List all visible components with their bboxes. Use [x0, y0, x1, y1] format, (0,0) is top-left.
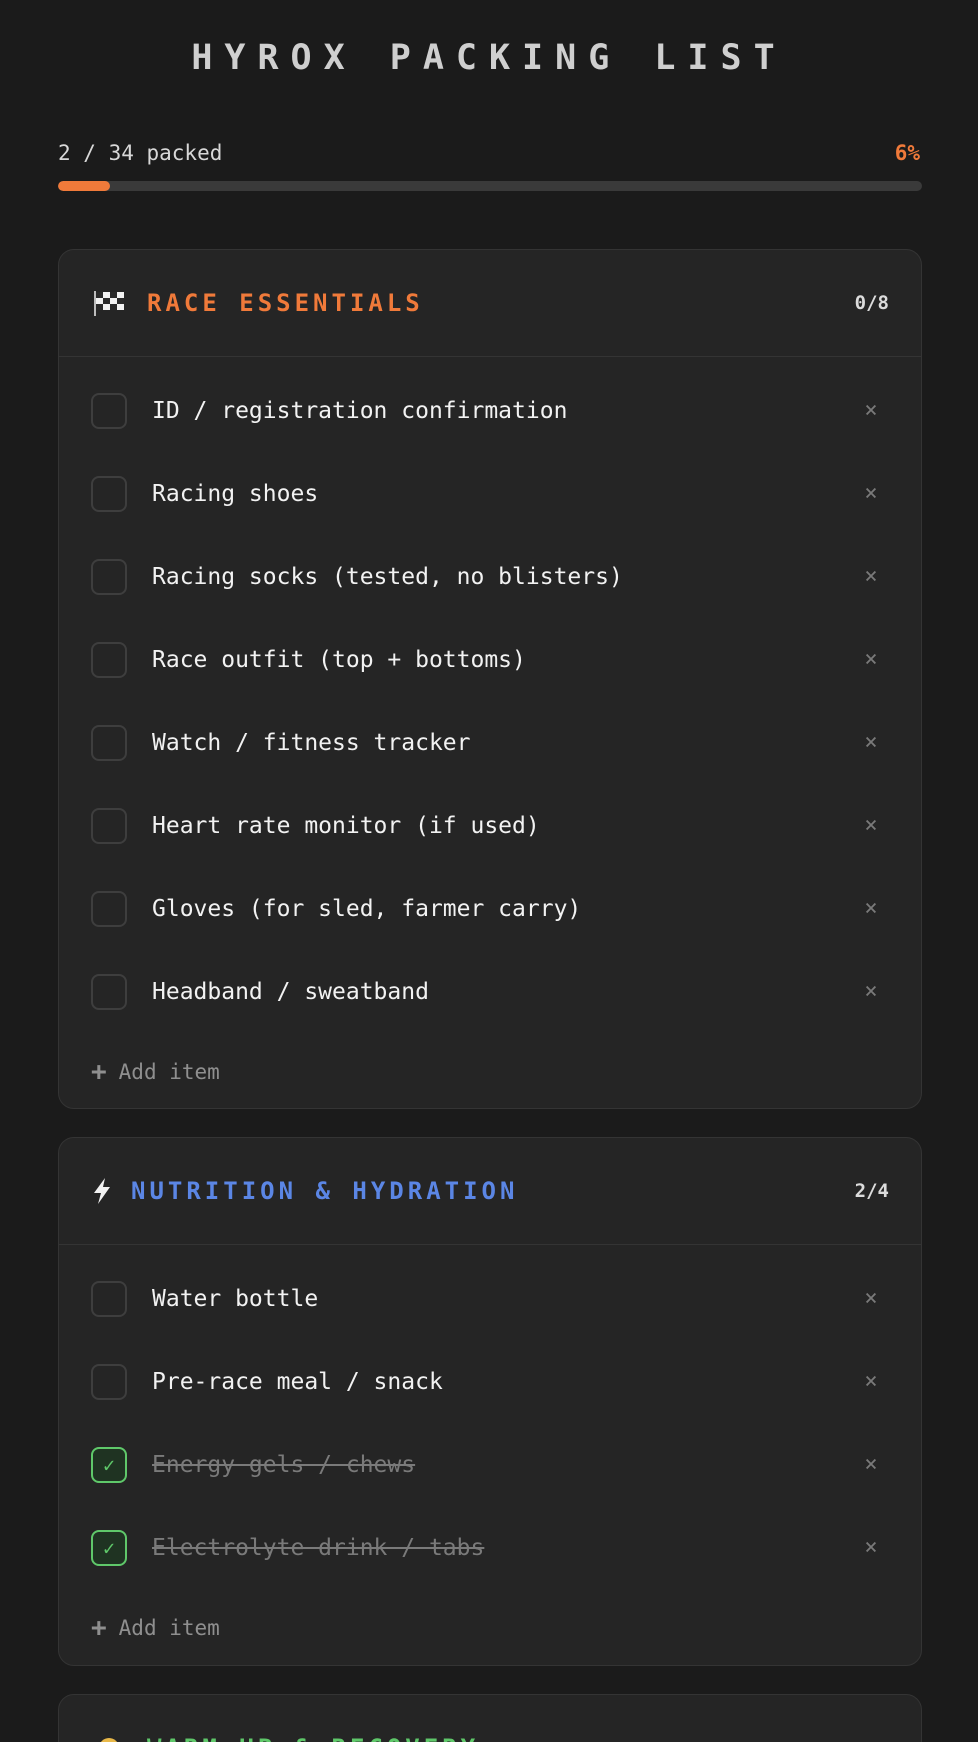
category-title: RACE ESSENTIALS: [147, 289, 424, 317]
list-item: ID / registration confirmation ×: [59, 369, 921, 452]
plus-icon: +: [91, 1057, 107, 1087]
list-item: Water bottle ×: [59, 1257, 921, 1340]
list-item: Pre-race meal / snack ×: [59, 1340, 921, 1423]
item-label: Heart rate monitor (if used): [152, 812, 540, 839]
list-item: Heart rate monitor (if used) ×: [59, 784, 921, 867]
progress-bar-fill: [58, 181, 110, 191]
list-item: Race outfit (top + bottoms) ×: [59, 618, 921, 701]
item-label: Racing shoes: [152, 480, 319, 507]
list-item: Headband / sweatband ×: [59, 950, 921, 1033]
item-checkbox[interactable]: [91, 807, 127, 844]
item-label: Racing socks (tested, no blisters): [152, 563, 623, 590]
category-title: WARM-UP & RECOVERY: [147, 1734, 479, 1742]
category-count: 2/4: [854, 1180, 889, 1202]
list-item: Racing socks (tested, no blisters) ×: [59, 535, 921, 618]
close-icon[interactable]: ×: [861, 398, 881, 423]
item-label: Water bottle: [152, 1285, 319, 1312]
category-card-warm-up-recovery: WARM-UP & RECOVERY: [58, 1694, 922, 1742]
item-checkbox[interactable]: [91, 475, 127, 512]
item-checkbox[interactable]: [91, 890, 127, 927]
checkmark-icon: ✓: [102, 1535, 116, 1560]
item-label: Headband / sweatband: [152, 978, 429, 1005]
progress-percent: 6%: [894, 141, 920, 165]
close-icon[interactable]: ×: [861, 730, 881, 755]
item-checkbox[interactable]: [91, 973, 127, 1010]
close-icon[interactable]: ×: [861, 481, 881, 506]
item-checkbox-checked[interactable]: ✓: [91, 1529, 127, 1566]
progress-count: 2 / 34 packed: [58, 141, 223, 165]
close-icon[interactable]: ×: [861, 647, 881, 672]
add-item-label: Add item: [118, 1060, 220, 1084]
item-checkbox[interactable]: [91, 392, 127, 429]
add-item-label: Add item: [118, 1616, 220, 1640]
item-checkbox[interactable]: [91, 1363, 127, 1400]
item-label: Watch / fitness tracker: [152, 729, 471, 756]
list-item: ✓ Electrolyte drink / tabs ×: [59, 1506, 921, 1589]
lightning-bolt-icon: [91, 1176, 113, 1206]
close-icon[interactable]: ×: [861, 979, 881, 1004]
item-list: Water bottle × Pre-race meal / snack × ✓…: [59, 1245, 921, 1589]
item-checkbox[interactable]: [91, 558, 127, 595]
list-item: Gloves (for sled, farmer carry) ×: [59, 867, 921, 950]
item-checkbox[interactable]: [91, 724, 127, 761]
item-label: ID / registration confirmation: [152, 397, 568, 424]
close-icon[interactable]: ×: [861, 1452, 881, 1477]
item-checkbox-checked[interactable]: ✓: [91, 1446, 127, 1483]
add-item-button[interactable]: + Add item: [59, 1033, 921, 1108]
item-label: Electrolyte drink / tabs: [152, 1534, 485, 1561]
category-card-race-essentials: RACE ESSENTIALS 0/8 ID / registration co…: [58, 249, 922, 1109]
close-icon[interactable]: ×: [861, 564, 881, 589]
list-item: Watch / fitness tracker ×: [59, 701, 921, 784]
list-item: Racing shoes ×: [59, 452, 921, 535]
checkered-flag-icon: [91, 288, 127, 318]
category-header[interactable]: WARM-UP & RECOVERY: [59, 1695, 921, 1742]
item-checkbox[interactable]: [91, 641, 127, 678]
item-label: Energy gels / chews: [152, 1451, 416, 1478]
item-label: Race outfit (top + bottoms): [152, 646, 526, 673]
close-icon[interactable]: ×: [861, 1286, 881, 1311]
category-title: NUTRITION & HYDRATION: [131, 1177, 519, 1205]
item-checkbox[interactable]: [91, 1280, 127, 1317]
close-icon[interactable]: ×: [861, 1535, 881, 1560]
flexed-arm-icon: [91, 1733, 127, 1742]
progress-summary: 2 / 34 packed 6%: [58, 140, 920, 166]
item-label: Pre-race meal / snack: [152, 1368, 443, 1395]
category-header[interactable]: NUTRITION & HYDRATION 2/4: [59, 1138, 921, 1245]
list-item: ✓ Energy gels / chews ×: [59, 1423, 921, 1506]
progress-bar: [58, 181, 922, 191]
category-card-nutrition-hydration: NUTRITION & HYDRATION 2/4 Water bottle ×…: [58, 1137, 922, 1666]
close-icon[interactable]: ×: [861, 1369, 881, 1394]
checkmark-icon: ✓: [102, 1452, 116, 1477]
page-title: HYROX PACKING LIST: [191, 38, 787, 78]
close-icon[interactable]: ×: [861, 896, 881, 921]
packing-list-page: HYROX PACKING LIST 2 / 34 packed 6% RACE…: [0, 0, 978, 1742]
category-count: 0/8: [854, 292, 889, 314]
item-label: Gloves (for sled, farmer carry): [152, 895, 582, 922]
close-icon[interactable]: ×: [861, 813, 881, 838]
plus-icon: +: [91, 1613, 107, 1643]
category-header[interactable]: RACE ESSENTIALS 0/8: [59, 250, 921, 357]
add-item-button[interactable]: + Add item: [59, 1589, 921, 1665]
item-list: ID / registration confirmation × Racing …: [59, 357, 921, 1033]
